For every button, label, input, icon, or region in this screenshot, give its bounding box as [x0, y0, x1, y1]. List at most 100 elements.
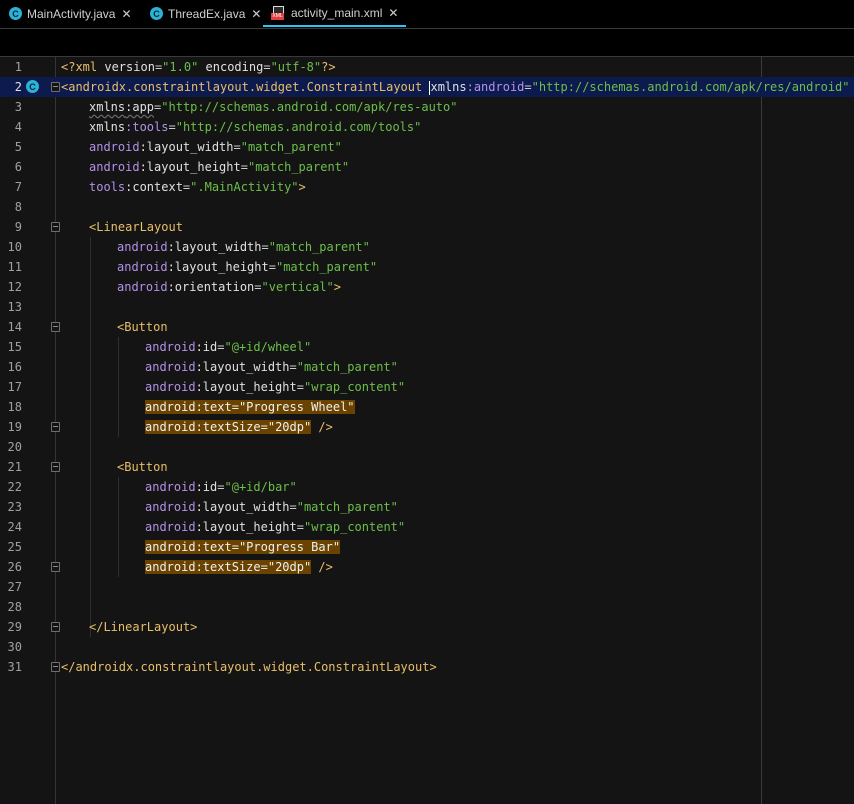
code-token: :text	[195, 400, 232, 414]
code-token: "match_parent"	[240, 140, 342, 154]
fold-icon[interactable]	[51, 422, 60, 432]
code-token: android	[145, 360, 196, 374]
code-token: :textSize	[195, 420, 261, 434]
line-number: 22	[7, 480, 22, 494]
code-token: android	[145, 420, 196, 434]
code-line[interactable]: 5 android:layout_width="match_parent"	[0, 137, 854, 157]
code-line[interactable]: 20	[0, 437, 854, 457]
line-number: 27	[7, 580, 22, 594]
code-token: <?xml	[61, 60, 105, 74]
code-text: <?xml version="1.0" encoding="utf-8"?>	[61, 60, 336, 74]
code-line[interactable]: 24 android:layout_height="wrap_content"	[0, 517, 854, 537]
code-line[interactable]: 1 <?xml version="1.0" encoding="utf-8"?>	[0, 57, 854, 77]
fold-icon[interactable]	[51, 662, 60, 672]
code-line[interactable]: 26 android:textSize="20dp" />	[0, 557, 854, 577]
code-line[interactable]: 13	[0, 297, 854, 317]
code-line[interactable]: 6 android:layout_height="match_parent"	[0, 157, 854, 177]
code-text: <Button	[117, 317, 168, 337]
line-number: 14	[7, 320, 22, 334]
line-number: 8	[14, 200, 22, 214]
code-line[interactable]: 23 android:layout_width="match_parent"	[0, 497, 854, 517]
line-number: 10	[7, 240, 22, 254]
code-editor[interactable]: 1 <?xml version="1.0" encoding="utf-8"?>…	[0, 57, 854, 804]
code-token: </LinearLayout>	[89, 620, 198, 634]
code-line[interactable]: 3 xmlns:app="http://schemas.android.com/…	[0, 97, 854, 117]
line-number: 16	[7, 360, 22, 374]
code-token: android	[145, 340, 196, 354]
code-line[interactable]: 22 android:id="@+id/bar"	[0, 477, 854, 497]
tab-threadex-java[interactable]: C ThreadEx.java ✕	[150, 0, 261, 27]
code-token: ?>	[321, 60, 336, 74]
code-line[interactable]: 30	[0, 637, 854, 657]
tab-activity-main-xml[interactable]: XML activity_main.xml ✕	[263, 0, 407, 27]
close-icon[interactable]: ✕	[121, 7, 131, 21]
code-line[interactable]: 21 <Button	[0, 457, 854, 477]
code-line[interactable]: 14 <Button	[0, 317, 854, 337]
code-line[interactable]: 8	[0, 197, 854, 217]
code-text: <androidx.constraintlayout.widget.Constr…	[61, 80, 850, 95]
code-line[interactable]: 25 android:text="Progress Bar"	[0, 537, 854, 557]
code-line[interactable]: 31 </androidx.constraintlayout.widget.Co…	[0, 657, 854, 677]
code-token: android	[145, 400, 196, 414]
code-token: encoding	[198, 60, 264, 74]
line-number: 7	[14, 180, 22, 194]
line-number: 5	[14, 140, 22, 154]
code-line[interactable]: 18 android:text="Progress Wheel"	[0, 397, 854, 417]
code-text: android:layout_height="match_parent"	[117, 260, 378, 274]
line-number: 23	[7, 500, 22, 514]
code-token: :app	[125, 100, 155, 114]
close-icon[interactable]: ✕	[251, 7, 261, 21]
fold-icon[interactable]	[51, 82, 60, 92]
code-line[interactable]: 16 android:layout_width="match_parent"	[0, 357, 854, 377]
line-number: 28	[7, 600, 22, 614]
code-line[interactable]: 29 </LinearLayout>	[0, 617, 854, 637]
code-line[interactable]: 17 android:layout_height="wrap_content"	[0, 377, 854, 397]
code-line[interactable]: 27	[0, 577, 854, 597]
code-token: :id	[195, 340, 218, 354]
fold-icon[interactable]	[51, 322, 60, 332]
code-line[interactable]: 4 xmlns:tools="http://schemas.android.co…	[0, 117, 854, 137]
code-token: android	[145, 500, 196, 514]
code-line[interactable]: 28	[0, 597, 854, 617]
code-token: "match_parent"	[296, 500, 398, 514]
code-line[interactable]: 9 <LinearLayout	[0, 217, 854, 237]
code-line[interactable]: 19 android:textSize="20dp" />	[0, 417, 854, 437]
fold-icon[interactable]	[51, 622, 60, 632]
code-text: xmlns:app="http://schemas.android.com/ap…	[89, 100, 458, 114]
code-token: />	[311, 560, 333, 574]
code-line[interactable]: 15 android:id="@+id/wheel"	[0, 337, 854, 357]
code-line[interactable]: 12 android:orientation="vertical">	[0, 277, 854, 297]
code-token: :text	[195, 540, 232, 554]
tab-mainactivity-java[interactable]: C MainActivity.java ✕	[9, 0, 132, 27]
line-number: 2	[14, 80, 22, 94]
editor-tab-bar: C MainActivity.java ✕ C ThreadEx.java ✕ …	[0, 0, 854, 29]
code-line[interactable]: 7 tools:context=".MainActivity">	[0, 177, 854, 197]
code-token: version	[104, 60, 155, 74]
fold-icon[interactable]	[51, 462, 60, 472]
close-icon[interactable]: ✕	[388, 6, 398, 20]
code-text: android:text="Progress Wheel"	[145, 397, 355, 417]
breadcrumb-strip	[0, 29, 854, 57]
class-c-icon[interactable]: C	[26, 80, 39, 93]
code-token: <LinearLayout	[89, 220, 183, 234]
code-line[interactable]: 10 android:layout_width="match_parent"	[0, 237, 854, 257]
code-token: "vertical"	[261, 280, 334, 294]
code-token: :layout_height	[195, 520, 297, 534]
code-token: xmlns	[89, 120, 126, 134]
code-token: android	[117, 260, 168, 274]
code-token: ".MainActivity"	[190, 180, 299, 194]
code-token: android	[145, 540, 196, 554]
code-line-current[interactable]: 2 C <androidx.constraintlayout.widget.Co…	[0, 77, 854, 97]
code-line[interactable]: 11 android:layout_height="match_parent"	[0, 257, 854, 277]
line-number: 21	[7, 460, 22, 474]
code-token: :textSize	[195, 560, 261, 574]
code-token: "@+id/wheel"	[224, 340, 312, 354]
code-text: android:layout_width="match_parent"	[117, 240, 370, 254]
fold-icon[interactable]	[51, 222, 60, 232]
line-number: 18	[7, 400, 22, 414]
code-token: "1.0"	[162, 60, 199, 74]
fold-icon[interactable]	[51, 562, 60, 572]
code-text: android:layout_width="match_parent"	[89, 140, 342, 154]
code-token: "20dp"	[267, 560, 312, 574]
line-number: 3	[14, 100, 22, 114]
